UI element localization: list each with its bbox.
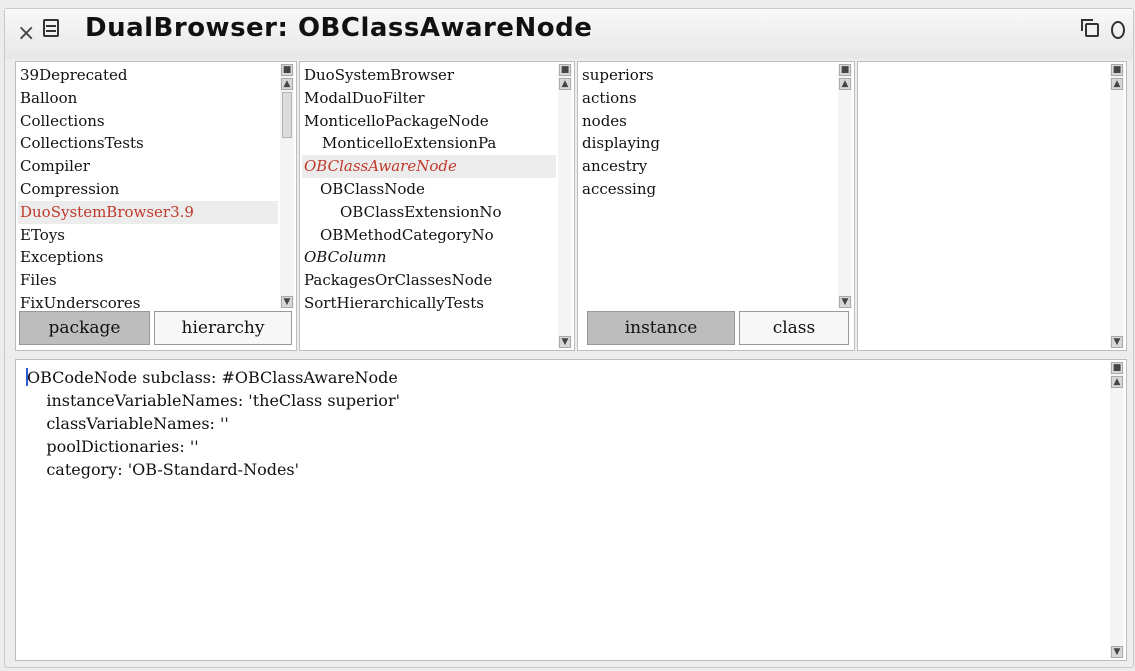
title-bar[interactable]: × DualBrowser: OBClassAwareNode (5, 9, 1133, 59)
code-line: OBCodeNode subclass: #OBClassAwareNode (27, 368, 398, 387)
scroll-menu-icon[interactable]: ■ (1111, 362, 1123, 374)
scroll-menu-icon[interactable]: ■ (839, 64, 851, 76)
window-title: DualBrowser: OBClassAwareNode (85, 13, 593, 43)
package-item-selected[interactable]: DuoSystemBrowser3.9 (18, 200, 278, 224)
code-editor[interactable]: OBCodeNode subclass: #OBClassAwareNode i… (26, 366, 1102, 654)
class-list[interactable]: DuoSystemBrowser ModalDuoFilter Monticel… (302, 64, 556, 348)
class-scrollbar[interactable]: ■ ▲ ▼ (558, 64, 572, 348)
protocol-item[interactable]: ancestry (580, 155, 836, 178)
class-item[interactable]: ModalDuoFilter (302, 87, 556, 110)
class-list-pane: DuoSystemBrowser ModalDuoFilter Monticel… (299, 61, 575, 351)
package-item[interactable]: Compression (18, 178, 278, 201)
protocol-item[interactable]: nodes (580, 110, 836, 133)
scroll-up-icon[interactable]: ▲ (1111, 78, 1123, 90)
code-line: poolDictionaries: '' (26, 437, 199, 456)
method-list-pane: ■ ▲ ▼ (857, 61, 1127, 351)
scroll-thumb[interactable] (282, 92, 292, 138)
code-editor-pane: OBCodeNode subclass: #OBClassAwareNode i… (15, 359, 1127, 661)
browser-window: × DualBrowser: OBClassAwareNode 39Deprec… (4, 8, 1134, 668)
instance-button[interactable]: instance (587, 311, 735, 345)
protocol-item[interactable]: accessing (580, 178, 836, 201)
package-item[interactable]: Files (18, 269, 278, 292)
scroll-up-icon[interactable]: ▲ (1111, 376, 1123, 388)
package-scrollbar[interactable]: ■ ▲ ▼ (280, 64, 294, 308)
pane-splitter[interactable] (5, 352, 1133, 358)
scroll-up-icon[interactable]: ▲ (281, 78, 293, 90)
package-list[interactable]: 39Deprecated Balloon Collections Collect… (18, 64, 278, 310)
package-mode-buttons: package hierarchy (19, 311, 293, 347)
package-item[interactable]: EToys (18, 224, 278, 247)
scroll-menu-icon[interactable]: ■ (559, 64, 571, 76)
protocol-list[interactable]: superiors actions nodes displaying ances… (580, 64, 836, 310)
code-line: instanceVariableNames: 'theClass superio… (26, 391, 400, 410)
scroll-menu-icon[interactable]: ■ (281, 64, 293, 76)
class-item[interactable]: MonticelloPackageNode (302, 110, 556, 133)
protocol-scrollbar[interactable]: ■ ▲ ▼ (838, 64, 852, 308)
protocol-list-pane: superiors actions nodes displaying ances… (577, 61, 855, 351)
scroll-down-icon[interactable]: ▼ (281, 296, 293, 308)
scroll-down-icon[interactable]: ▼ (1111, 646, 1123, 658)
hierarchy-button[interactable]: hierarchy (154, 311, 292, 345)
package-item[interactable]: Exceptions (18, 246, 278, 269)
class-side-button[interactable]: class (739, 311, 849, 345)
class-item[interactable]: OBClassNode (302, 178, 556, 201)
scroll-down-icon[interactable]: ▼ (839, 296, 851, 308)
scroll-up-icon[interactable]: ▲ (559, 78, 571, 90)
scroll-down-icon[interactable]: ▼ (1111, 336, 1123, 348)
package-item[interactable]: FixUnderscores (18, 292, 278, 310)
method-scrollbar[interactable]: ■ ▲ ▼ (1110, 64, 1124, 348)
package-button[interactable]: package (19, 311, 150, 345)
class-item[interactable]: OBMethodCategoryNo (302, 224, 556, 247)
instance-class-buttons: instance class (581, 311, 851, 347)
package-list-pane: 39Deprecated Balloon Collections Collect… (15, 61, 297, 351)
class-item-selected[interactable]: OBClassAwareNode (302, 155, 556, 178)
code-line: classVariableNames: '' (26, 414, 229, 433)
package-item[interactable]: CollectionsTests (18, 132, 278, 155)
collapse-icon[interactable] (1081, 19, 1099, 37)
close-icon[interactable]: × (17, 21, 35, 46)
class-item[interactable]: OBClassExtensionNo (302, 201, 556, 224)
protocol-item[interactable]: displaying (580, 132, 836, 155)
code-line: category: 'OB-Standard-Nodes' (26, 460, 300, 479)
package-item[interactable]: Balloon (18, 87, 278, 110)
class-item[interactable]: OBColumn (302, 246, 556, 269)
expand-icon[interactable] (1111, 21, 1125, 39)
code-scrollbar[interactable]: ■ ▲ ▼ (1110, 362, 1124, 658)
package-item[interactable]: Compiler (18, 155, 278, 178)
class-item[interactable]: MonticelloExtensionPa (302, 132, 556, 155)
protocol-item[interactable]: actions (580, 87, 836, 110)
scroll-menu-icon[interactable]: ■ (1111, 64, 1123, 76)
class-item[interactable]: DuoSystemBrowser (302, 64, 556, 87)
window-menu-icon[interactable] (43, 19, 59, 37)
package-item[interactable]: Collections (18, 110, 278, 133)
class-item[interactable]: SortHierarchicallyTests (302, 292, 556, 315)
class-item[interactable]: PackagesOrClassesNode (302, 269, 556, 292)
scroll-down-icon[interactable]: ▼ (559, 336, 571, 348)
package-item[interactable]: 39Deprecated (18, 64, 278, 87)
protocol-item[interactable]: superiors (580, 64, 836, 87)
scroll-up-icon[interactable]: ▲ (839, 78, 851, 90)
